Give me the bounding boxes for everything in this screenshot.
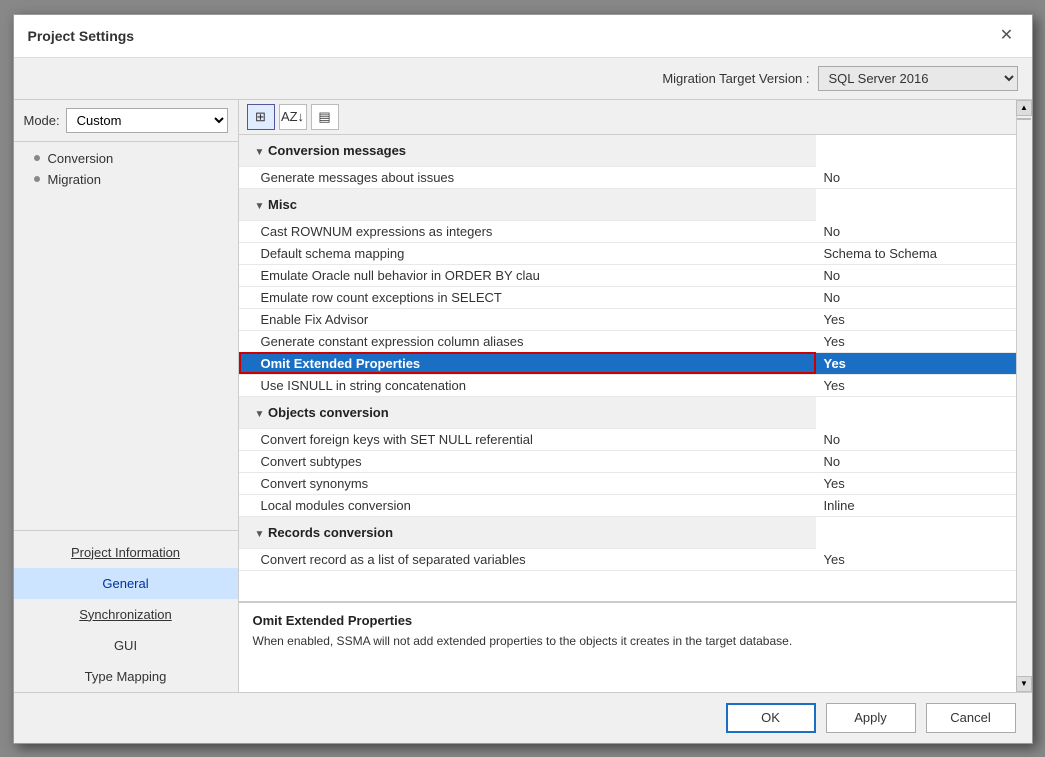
mode-select[interactable]: Custom (66, 108, 228, 133)
property-row[interactable]: Cast ROWNUM expressions as integersNo (239, 221, 1016, 243)
migration-target-select[interactable]: SQL Server 2016 (818, 66, 1018, 91)
property-value: No (816, 221, 1016, 243)
sidebar-tree-item-migration[interactable]: Migration (14, 169, 238, 190)
property-row[interactable]: Convert foreign keys with SET NULL refer… (239, 429, 1016, 451)
property-row[interactable]: Emulate row count exceptions in SELECTNo (239, 286, 1016, 308)
section-header-objects-conversion[interactable]: ▼ Objects conversion (239, 397, 816, 429)
sidebar-item-gui[interactable]: GUI (14, 630, 238, 661)
property-value: Yes (816, 472, 1016, 494)
property-value: Yes (816, 308, 1016, 330)
scroll-thumb[interactable] (1017, 118, 1031, 120)
property-name: Convert foreign keys with SET NULL refer… (239, 429, 816, 451)
dialog-title: Project Settings (28, 28, 135, 44)
sidebar-item-type-mapping[interactable]: Type Mapping (14, 661, 238, 692)
description-text: When enabled, SSMA will not add extended… (253, 632, 1002, 650)
section-header-conversion-messages[interactable]: ▼ Conversion messages (239, 135, 816, 167)
property-name: Omit Extended Properties (239, 352, 816, 374)
section-header-records-conversion[interactable]: ▼ Records conversion (239, 517, 816, 549)
property-name: Generate messages about issues (239, 167, 816, 189)
property-row[interactable]: Convert synonymsYes (239, 472, 1016, 494)
property-value: No (816, 429, 1016, 451)
collapse-chevron[interactable]: ▼ (255, 201, 265, 212)
content-area: Mode: Custom Conversion Migration Projec… (14, 100, 1032, 692)
section-header-misc[interactable]: ▼ Misc (239, 189, 816, 221)
property-name: Enable Fix Advisor (239, 308, 816, 330)
property-row[interactable]: Omit Extended PropertiesYes (239, 352, 1016, 374)
scrollbar[interactable]: ▲ ▼ (1016, 100, 1032, 692)
properties-toolbar: ⊞ AZ↓ ▤ (239, 100, 1016, 135)
property-name: Convert synonyms (239, 472, 816, 494)
properties-table[interactable]: ▼ Conversion messagesGenerate messages a… (239, 135, 1016, 602)
property-row[interactable]: Convert record as a list of separated va… (239, 549, 1016, 571)
sort-az-button[interactable]: AZ↓ (279, 104, 307, 130)
mode-row: Mode: Custom (14, 100, 238, 142)
top-bar: Migration Target Version : SQL Server 20… (14, 58, 1032, 100)
sidebar-tree-item-conversion[interactable]: Conversion (14, 148, 238, 169)
sidebar-tree: Conversion Migration (14, 142, 238, 524)
properties-page-button[interactable]: ▤ (311, 104, 339, 130)
title-bar: Project Settings ✕ (14, 15, 1032, 58)
mode-label: Mode: (24, 113, 60, 128)
property-value: Yes (816, 330, 1016, 352)
sidebar-divider (14, 530, 238, 531)
scroll-up-arrow[interactable]: ▲ (1016, 100, 1032, 116)
description-panel: Omit Extended Properties When enabled, S… (239, 602, 1016, 692)
property-row[interactable]: Use ISNULL in string concatenationYes (239, 374, 1016, 396)
cancel-button[interactable]: Cancel (926, 703, 1016, 733)
main-panel: ⊞ AZ↓ ▤ ▼ Conversion messagesGenerate me… (239, 100, 1016, 692)
property-value: No (816, 167, 1016, 189)
sidebar: Mode: Custom Conversion Migration Projec… (14, 100, 239, 692)
property-name: Convert subtypes (239, 450, 816, 472)
description-title: Omit Extended Properties (253, 613, 1002, 628)
apply-button[interactable]: Apply (826, 703, 916, 733)
property-value: Schema to Schema (816, 242, 1016, 264)
property-value: Yes (816, 549, 1016, 571)
collapse-chevron[interactable]: ▼ (255, 147, 265, 158)
scroll-down-arrow[interactable]: ▼ (1016, 676, 1032, 692)
collapse-chevron[interactable]: ▼ (255, 529, 265, 540)
collapse-chevron[interactable]: ▼ (255, 409, 265, 420)
property-name: Default schema mapping (239, 242, 816, 264)
property-name: Local modules conversion (239, 494, 816, 516)
categorized-view-button[interactable]: ⊞ (247, 104, 275, 130)
property-value: No (816, 450, 1016, 472)
property-row[interactable]: Default schema mappingSchema to Schema (239, 242, 1016, 264)
property-row[interactable]: Emulate Oracle null behavior in ORDER BY… (239, 264, 1016, 286)
property-name: Generate constant expression column alia… (239, 330, 816, 352)
close-button[interactable]: ✕ (996, 25, 1018, 47)
dialog-footer: OK Apply Cancel (14, 692, 1032, 743)
property-row[interactable]: Local modules conversionInline (239, 494, 1016, 516)
sidebar-item-general[interactable]: General (14, 568, 238, 599)
property-value: No (816, 264, 1016, 286)
property-row[interactable]: Generate messages about issuesNo (239, 167, 1016, 189)
property-name: Emulate row count exceptions in SELECT (239, 286, 816, 308)
property-row[interactable]: Convert subtypesNo (239, 450, 1016, 472)
sidebar-item-synchronization[interactable]: Synchronization (14, 599, 238, 630)
property-name: Convert record as a list of separated va… (239, 549, 816, 571)
property-name: Emulate Oracle null behavior in ORDER BY… (239, 264, 816, 286)
property-value: No (816, 286, 1016, 308)
project-settings-dialog: Project Settings ✕ Migration Target Vers… (13, 14, 1033, 744)
property-row[interactable]: Enable Fix AdvisorYes (239, 308, 1016, 330)
property-value: Inline (816, 494, 1016, 516)
ok-button[interactable]: OK (726, 703, 816, 733)
property-value: Yes (816, 374, 1016, 396)
tree-dot-icon (34, 155, 40, 161)
property-row[interactable]: Generate constant expression column alia… (239, 330, 1016, 352)
migration-target-label: Migration Target Version : (423, 71, 810, 86)
property-name: Cast ROWNUM expressions as integers (239, 221, 816, 243)
property-value: Yes (816, 352, 1016, 374)
property-name: Use ISNULL in string concatenation (239, 374, 816, 396)
tree-dot-icon (34, 176, 40, 182)
sidebar-item-project-information[interactable]: Project Information (14, 537, 238, 568)
